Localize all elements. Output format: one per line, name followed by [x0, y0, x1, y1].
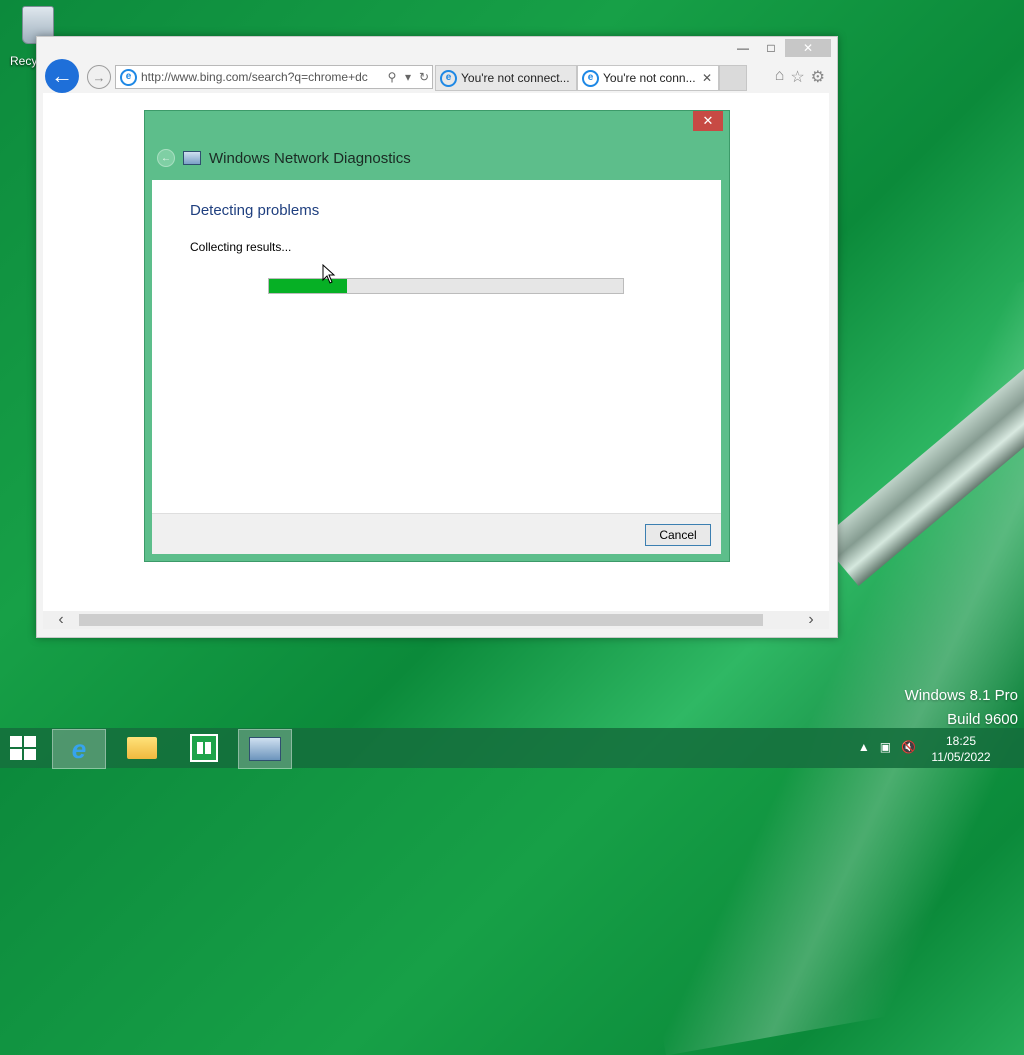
cancel-button[interactable]: Cancel: [645, 524, 711, 546]
show-hidden-icons-icon[interactable]: ▲: [858, 740, 870, 754]
gear-icon[interactable]: ⚙: [811, 67, 825, 87]
taskbar-network-diagnostics[interactable]: [238, 729, 292, 769]
network-diagnostics-icon: [249, 737, 281, 761]
network-error-icon[interactable]: ▣: [880, 740, 891, 754]
status-text: Collecting results...: [190, 240, 292, 254]
internet-explorer-icon: e: [71, 733, 87, 764]
start-button[interactable]: [10, 736, 38, 760]
taskbar-file-explorer[interactable]: [116, 729, 168, 767]
clock-date: 11/05/2022: [931, 750, 991, 764]
browser-tab-2[interactable]: e You're not conn... ✕: [577, 65, 719, 91]
dialog-title: Windows Network Diagnostics: [209, 149, 411, 167]
volume-muted-icon[interactable]: 🔇: [901, 740, 916, 754]
scrollbar-thumb[interactable]: [79, 614, 763, 626]
tab-title: You're not connect...: [461, 71, 570, 85]
refresh-icon[interactable]: ↻: [416, 70, 432, 84]
dialog-footer: Cancel: [152, 513, 721, 554]
back-arrow-icon: ←: [51, 63, 73, 88]
dialog-heading: Detecting problems: [190, 202, 320, 219]
browser-tab-1[interactable]: e You're not connect...: [435, 65, 577, 91]
ie-page-icon: e: [120, 68, 137, 86]
search-icon[interactable]: ⚲: [384, 70, 400, 84]
scroll-left-icon[interactable]: ‹: [51, 611, 71, 629]
minimize-button[interactable]: —: [729, 39, 757, 57]
forward-button[interactable]: →: [87, 65, 111, 89]
home-icon[interactable]: ⌂: [775, 67, 785, 87]
watermark-edition: Windows 8.1 Pro: [904, 687, 1018, 704]
network-diagnostics-dialog: ✕ ← Windows Network Diagnostics Detectin…: [144, 110, 730, 562]
star-icon[interactable]: ☆: [790, 67, 804, 87]
tab-close-icon[interactable]: ✕: [702, 71, 718, 85]
dropdown-icon[interactable]: ▾: [400, 70, 416, 84]
dialog-close-button[interactable]: ✕: [693, 111, 723, 131]
ie-tab-icon: e: [582, 69, 599, 87]
dialog-body: Detecting problems Collecting results...: [152, 180, 721, 513]
window-controls: — □ ✕: [729, 39, 831, 57]
dialog-header: ← Windows Network Diagnostics: [157, 149, 411, 167]
ie-tab-icon: e: [440, 69, 457, 87]
folder-icon: [127, 737, 157, 759]
network-diagnostics-icon: [183, 151, 201, 165]
clock-time: 18:25: [945, 734, 977, 748]
wallpaper-streak: [820, 334, 1024, 586]
clock[interactable]: 18:25 11/05/2022: [916, 733, 1006, 765]
address-bar[interactable]: e http://www.bing.com/search?q=chrome+dc…: [115, 65, 433, 89]
address-text[interactable]: http://www.bing.com/search?q=chrome+dc: [141, 70, 384, 84]
dialog-back-button[interactable]: ←: [157, 149, 175, 167]
mouse-cursor-icon: [322, 263, 336, 289]
maximize-button[interactable]: □: [757, 39, 785, 57]
forward-arrow-icon: →: [92, 69, 106, 85]
store-icon: [190, 734, 218, 762]
system-tray: ▲ ▣ 🔇: [858, 740, 916, 754]
horizontal-scrollbar[interactable]: ‹ ›: [43, 611, 829, 629]
navigation-bar: ← → e http://www.bing.com/search?q=chrom…: [37, 59, 837, 93]
scroll-right-icon[interactable]: ›: [801, 611, 821, 629]
taskbar-store[interactable]: [178, 729, 230, 767]
windows-watermark: Windows 8.1 Pro Build 9600: [905, 684, 1018, 732]
taskbar: e ▲ ▣ 🔇 18:25 11/05/2022: [0, 728, 1024, 769]
browser-tools: ⌂ ☆ ⚙: [775, 67, 825, 87]
window-close-button[interactable]: ✕: [785, 39, 831, 57]
back-button[interactable]: ←: [45, 59, 79, 93]
tab-title: You're not conn...: [603, 71, 696, 85]
new-tab-button[interactable]: [719, 65, 747, 91]
taskbar-internet-explorer[interactable]: e: [52, 729, 106, 769]
